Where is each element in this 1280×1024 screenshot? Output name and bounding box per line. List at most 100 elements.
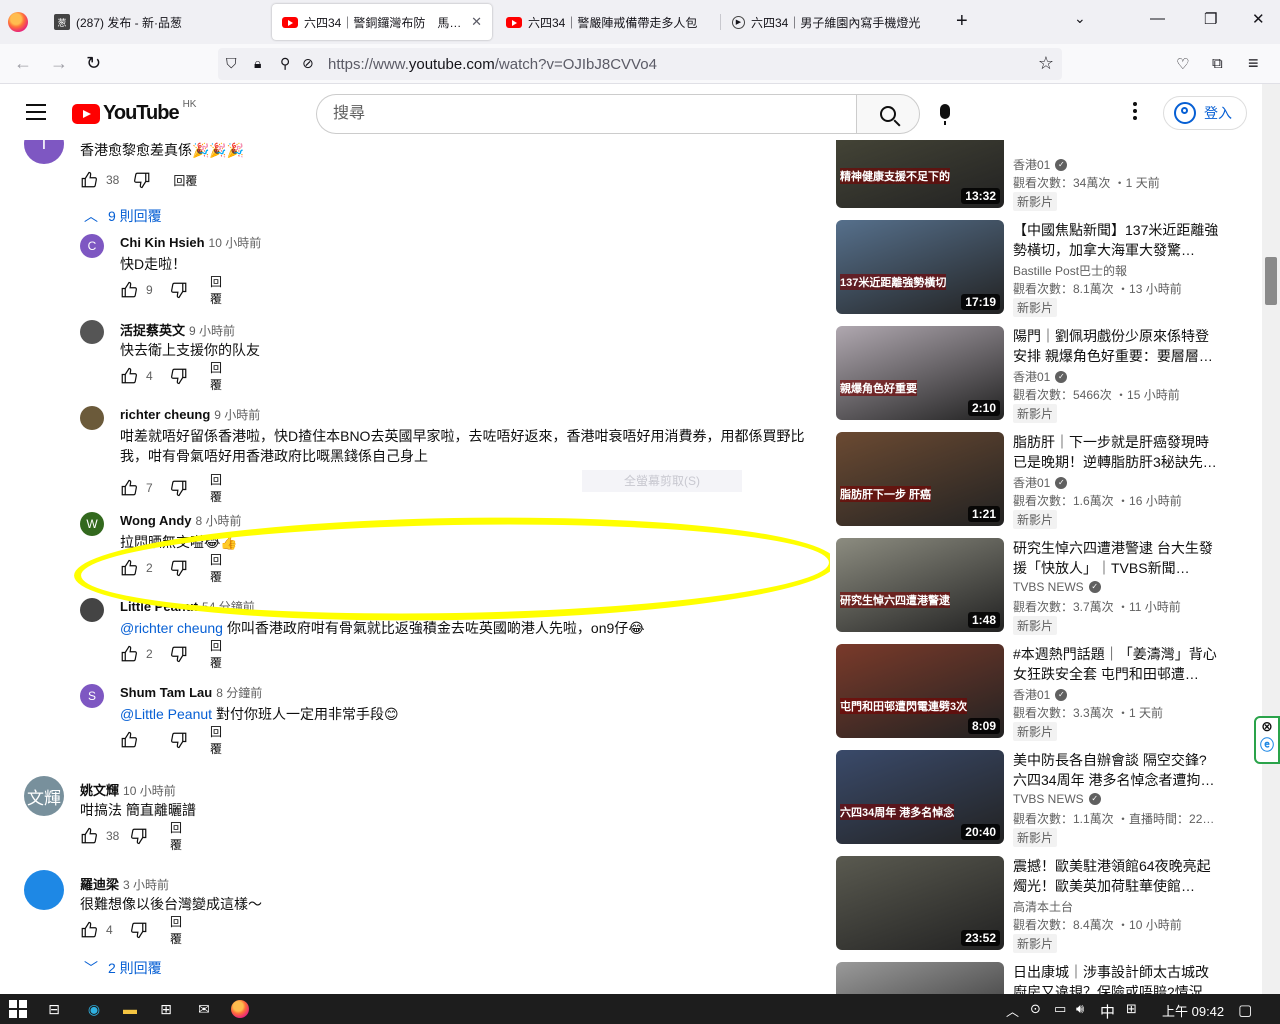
url-bar[interactable]: ⛉ 🔒︎ ⚲ ⊘ https://www.youtube.com/watch?v…: [218, 48, 1062, 80]
recommended-video[interactable]: 六四34周年 港多名悼念 20:40 美中防長各自辦會談 隔空交鋒?六四34周年 港…: [836, 750, 1262, 847]
dislike-thumb-icon[interactable]: [170, 281, 188, 299]
tab-video-3[interactable]: ▶ 六四34｜男子維園內寫手機燈光: [722, 4, 944, 40]
reply-button[interactable]: 回覆: [210, 551, 222, 585]
channel-name[interactable]: 高清本土台: [1013, 898, 1073, 915]
volume-icon[interactable]: 🔊︎: [1076, 1001, 1084, 1017]
video-title[interactable]: 震撼！歐美駐港領館64夜晚亮起燭光！歐美英加荷駐華使館…: [1013, 856, 1219, 896]
video-thumbnail[interactable]: 研究生悼六四遭港警逮 1:48: [836, 538, 1004, 632]
like-thumb-icon[interactable]: [120, 645, 138, 663]
like-thumb-icon[interactable]: [80, 921, 98, 939]
like-thumb-icon[interactable]: [120, 731, 138, 749]
tab-youtube-2[interactable]: 六四34｜警嚴陣戒備帶走多人包: [496, 4, 718, 40]
comment-author[interactable]: Shum Tam Lau: [120, 685, 212, 700]
reply-button[interactable]: 回覆: [210, 723, 222, 757]
mention-link[interactable]: @Little Peanut: [120, 706, 212, 722]
recommended-video[interactable]: 脂肪肝下一步 肝癌 1:21 脂肪肝｜下一步就是肝癌發現時已是晚期！逆轉脂肪肝3秘訣…: [836, 432, 1262, 529]
dislike-thumb-icon[interactable]: [170, 645, 188, 663]
recommended-video[interactable]: 137米近距離強勢橫切 17:19 【中國焦點新聞】137米近距離強勢橫切，加拿大海…: [836, 220, 1262, 317]
comment-timestamp[interactable]: 8 小時前: [196, 514, 242, 528]
mail-icon[interactable]: ✉: [194, 999, 214, 1019]
task-view-icon[interactable]: ⊟: [44, 999, 64, 1019]
reply-button[interactable]: 回覆: [210, 637, 222, 671]
channel-name[interactable]: 香港01 ✓: [1013, 474, 1068, 491]
search-button[interactable]: [856, 94, 920, 134]
store-icon[interactable]: ⊞: [156, 999, 176, 1019]
page-scrollbar[interactable]: [1262, 84, 1280, 994]
avatar[interactable]: S: [80, 684, 104, 708]
taskbar-clock[interactable]: 上午 09:42: [1162, 1001, 1224, 1020]
dislike-thumb-icon[interactable]: [130, 827, 148, 845]
reply-button[interactable]: 回覆: [210, 359, 222, 393]
comment-timestamp[interactable]: 3 小時前: [123, 878, 169, 892]
dislike-thumb-icon[interactable]: [170, 367, 188, 385]
network-icon[interactable]: ▭: [1054, 1001, 1066, 1017]
video-title[interactable]: 美中防長各自辦會談 隔空交鋒?六四34周年 港多名悼念者遭拘…: [1013, 750, 1219, 790]
restore-window-icon[interactable]: ❐: [1204, 10, 1217, 28]
video-title[interactable]: #本週熱門話題｜「姜濤灣」背心女狂跌安全套 屯門和田邨遭…: [1013, 644, 1219, 684]
mention-link[interactable]: @richter cheung: [120, 620, 223, 636]
comment-timestamp[interactable]: 10 小時前: [123, 784, 176, 798]
channel-name[interactable]: Bastille Post巴士的報: [1013, 262, 1127, 279]
video-thumbnail[interactable]: 137米近距離強勢橫切 17:19: [836, 220, 1004, 314]
avatar[interactable]: C: [80, 234, 104, 258]
like-thumb-icon[interactable]: [80, 827, 98, 845]
voice-search-mic-icon[interactable]: [940, 104, 950, 125]
reply-button[interactable]: 回覆: [210, 471, 222, 505]
bookmark-star-icon[interactable]: ☆: [1038, 53, 1054, 74]
fullscreen-snip-overlay[interactable]: 全螢幕剪取(S): [582, 470, 742, 492]
firefox-taskbar-icon[interactable]: [230, 999, 250, 1019]
comment-timestamp[interactable]: 9 小時前: [189, 324, 235, 338]
comment-timestamp[interactable]: 9 小時前: [214, 408, 260, 422]
recommended-video[interactable]: 精神健康支援不足下的 13:32 香港01 ✓ 觀看次數：34萬次 ・1 天前 新影片: [836, 140, 1262, 211]
search-input[interactable]: [316, 94, 856, 134]
dislike-thumb-icon[interactable]: [170, 731, 188, 749]
video-thumbnail[interactable]: 23:52: [836, 856, 1004, 950]
youtube-logo[interactable]: YouTube HK: [72, 99, 196, 125]
edge-e-icon[interactable]: ⓔ: [1256, 735, 1278, 755]
video-thumbnail[interactable]: 脂肪肝下一步 肝癌 1:21: [836, 432, 1004, 526]
hamburger-menu-icon[interactable]: [26, 104, 46, 120]
video-thumbnail[interactable]: 屯門和田邨遭閃電連劈3次 8:09: [836, 644, 1004, 738]
channel-name[interactable]: 香港01 ✓: [1013, 686, 1068, 703]
dislike-thumb-icon[interactable]: [133, 171, 151, 189]
avatar[interactable]: [80, 320, 104, 344]
permissions-icon[interactable]: ⚲: [280, 55, 290, 72]
comment-author[interactable]: Chi Kin Hsieh: [120, 235, 205, 250]
video-title[interactable]: 日出康城｜涉事設計師太古城改廚房又違規？保險或唔賠2情況…: [1013, 962, 1219, 994]
close-tab-icon[interactable]: ✕: [471, 14, 482, 30]
reply-button[interactable]: 回覆: [210, 273, 222, 307]
extensions-icon[interactable]: ⧉: [1212, 55, 1223, 72]
autoplay-blocked-icon[interactable]: ⊘: [302, 55, 314, 72]
recommended-video[interactable]: 日出康城｜涉事設計師太古城改廚房又違規？保險或唔賠2情況…: [836, 962, 1262, 994]
back-arrow-icon[interactable]: ←: [14, 53, 32, 74]
avatar[interactable]: [80, 598, 104, 622]
comment-timestamp[interactable]: 8 分鐘前: [216, 686, 262, 700]
avatar[interactable]: W: [80, 512, 104, 536]
recommended-video[interactable]: 屯門和田邨遭閃電連劈3次 8:09 #本週熱門話題｜「姜濤灣」背心女狂跌安全套 屯門…: [836, 644, 1262, 741]
like-thumb-icon[interactable]: [120, 479, 138, 497]
sign-in-button[interactable]: 登入: [1163, 96, 1247, 130]
comment-author[interactable]: 羅迪梁: [80, 877, 119, 892]
avatar[interactable]: [24, 870, 64, 910]
video-thumbnail[interactable]: 六四34周年 港多名悼念 20:40: [836, 750, 1004, 844]
channel-name[interactable]: TVBS NEWS ✓: [1013, 580, 1101, 594]
tab-pincong[interactable]: 葱 (287) 发布 - 新·品葱: [44, 4, 270, 40]
show-replies-toggle[interactable]: ﹀ 2 則回覆: [84, 958, 162, 978]
settings-kebab-icon[interactable]: [1133, 102, 1137, 123]
reply-button[interactable]: 回覆: [170, 913, 182, 947]
hide-replies-toggle[interactable]: ︿ 9 則回覆: [84, 206, 162, 226]
notification-center-icon[interactable]: ▢: [1238, 1001, 1252, 1019]
edge-browser-icon[interactable]: ◉: [84, 999, 104, 1019]
like-thumb-icon[interactable]: [120, 367, 138, 385]
channel-name[interactable]: 香港01 ✓: [1013, 156, 1068, 173]
comment-timestamp[interactable]: 54 分鐘前: [202, 600, 255, 614]
dislike-thumb-icon[interactable]: [170, 559, 188, 577]
comment-author[interactable]: 姚文輝: [80, 783, 119, 798]
channel-name[interactable]: TVBS NEWS ✓: [1013, 792, 1101, 806]
reply-button[interactable]: 回覆: [170, 819, 185, 853]
video-title[interactable]: 研究生悼六四遭港警逮 台大生發援「快放人」｜TVBS新聞…: [1013, 538, 1219, 578]
ime-indicator[interactable]: 中: [1100, 1001, 1115, 1022]
video-title[interactable]: 脂肪肝｜下一步就是肝癌發現時已是晚期！逆轉脂肪肝3秘訣先…: [1013, 432, 1219, 472]
comment-timestamp[interactable]: 10 小時前: [209, 236, 262, 250]
comment-author[interactable]: richter cheung: [120, 407, 210, 422]
